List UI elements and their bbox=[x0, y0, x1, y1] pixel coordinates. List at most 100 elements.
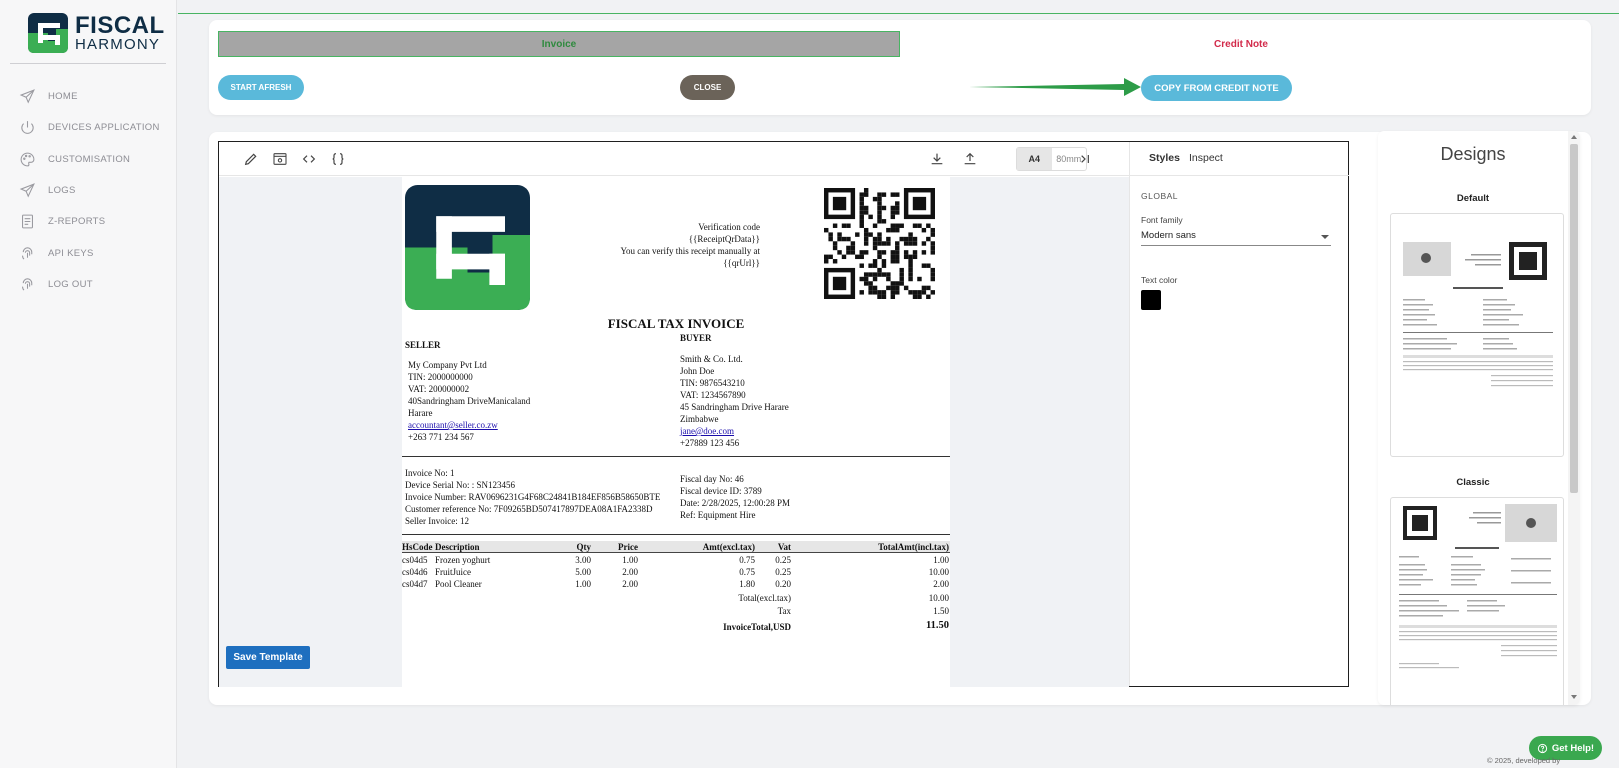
preview-icon[interactable] bbox=[272, 151, 288, 167]
designs-title: Designs bbox=[1440, 144, 1506, 164]
download-icon[interactable] bbox=[929, 151, 945, 167]
cell-vat: 0.20 bbox=[775, 579, 791, 589]
nav-label: CUSTOMISATION bbox=[48, 153, 131, 165]
sidebar-nav: HOME DEVICES APPLICATION CUSTOMISATION L… bbox=[0, 81, 177, 300]
invoice-total-label: InvoiceTotal,USD bbox=[723, 622, 791, 632]
save-template-button[interactable]: Save Template bbox=[226, 646, 310, 669]
buyer-email-link[interactable]: jane@doe.com bbox=[680, 425, 734, 437]
code-icon[interactable] bbox=[301, 151, 317, 167]
invoice-title: FISCAL TAX INVOICE bbox=[607, 316, 745, 331]
col-total-incl: TotalAmt(incl.tax) bbox=[878, 542, 949, 552]
table-top-border bbox=[402, 534, 950, 535]
upload-icon[interactable] bbox=[962, 151, 978, 167]
styles-panel: Styles Inspect GLOBAL Font family Modern… bbox=[1129, 142, 1349, 686]
designs-panel: Designs Default Classic bbox=[1378, 131, 1580, 705]
company-logo-icon bbox=[405, 185, 530, 310]
col-hscode: HsCode bbox=[402, 542, 433, 552]
brand-line2: HARMONY bbox=[75, 36, 161, 53]
brand-line1: FISCAL bbox=[75, 12, 165, 39]
info-left-line: Customer reference No: 7F09265BD50741789… bbox=[405, 504, 653, 514]
chevron-down-icon bbox=[1321, 235, 1329, 239]
copy-from-credit-note-button[interactable]: COPY FROM CREDIT NOTE bbox=[1141, 75, 1292, 101]
col-description: Description bbox=[435, 542, 480, 552]
nav-item-api-keys[interactable]: API KEYS bbox=[0, 237, 177, 268]
invoice-total-value: 11.50 bbox=[925, 620, 949, 631]
cell-description: Frozen yoghurt bbox=[435, 555, 491, 565]
header-accent-line bbox=[178, 13, 1619, 14]
tax-value: 1.50 bbox=[933, 606, 949, 616]
tab-inspect[interactable]: Inspect bbox=[1189, 152, 1223, 164]
seller-line: My Company Pvt Ltd bbox=[408, 360, 487, 370]
designs-scrollbar[interactable] bbox=[1568, 131, 1580, 705]
design-thumbnail-default[interactable] bbox=[1390, 213, 1564, 457]
close-button[interactable]: CLOSE bbox=[680, 75, 735, 100]
col-amt-excl: Amt(excl.tax) bbox=[702, 542, 755, 552]
receipt-page[interactable]: Verification code {{ReceiptQrData}} You … bbox=[402, 177, 950, 687]
braces-icon[interactable] bbox=[330, 151, 346, 167]
global-section-label: GLOBAL bbox=[1141, 191, 1179, 201]
design-thumbnail-classic[interactable] bbox=[1390, 497, 1564, 705]
info-right-line: Ref: Equipment Hire bbox=[680, 510, 756, 520]
scroll-down-icon[interactable] bbox=[1571, 695, 1577, 699]
tab-invoice[interactable]: Invoice bbox=[218, 31, 900, 57]
arrow-right-icon bbox=[969, 78, 1141, 96]
nav-item-log-out[interactable]: LOG OUT bbox=[0, 269, 177, 300]
info-right-line: Fiscal day No: 46 bbox=[680, 474, 744, 484]
buyer-line: Smith & Co. Ltd. bbox=[680, 354, 743, 364]
info-left-line: Device Serial No: : SN123456 bbox=[405, 480, 515, 490]
start-afresh-button[interactable]: START AFRESH bbox=[218, 75, 304, 100]
pencil-icon[interactable] bbox=[243, 151, 259, 167]
nav-item-home[interactable]: HOME bbox=[0, 81, 177, 112]
text-color-swatch[interactable] bbox=[1141, 290, 1161, 310]
font-family-select[interactable]: Modern sans bbox=[1141, 228, 1331, 246]
template-canvas: Verification code {{ReceiptQrData}} You … bbox=[219, 177, 1129, 687]
buyer-line: VAT: 1234567890 bbox=[680, 390, 746, 400]
brand-logo[interactable]: FISCAL HARMONY bbox=[28, 13, 164, 53]
cell-price: 1.00 bbox=[622, 555, 638, 565]
font-family-label: Font family bbox=[1141, 215, 1183, 225]
scrollbar-thumb[interactable] bbox=[1570, 144, 1578, 493]
get-help-label: Get Help! bbox=[1551, 742, 1595, 754]
cell-total: 10.00 bbox=[928, 567, 949, 577]
sidebar: FISCAL HARMONY HOME DEVICES APPLICATION … bbox=[0, 0, 177, 768]
scroll-up-icon[interactable] bbox=[1571, 135, 1577, 139]
collapse-panel-icon[interactable] bbox=[1077, 151, 1093, 167]
template-editor: A4 80mm Verification code {{ReceiptQrDat… bbox=[218, 141, 1349, 687]
seller-line: TIN: 2000000000 bbox=[408, 372, 473, 382]
tab-styles[interactable]: Styles bbox=[1149, 152, 1180, 164]
footer-copyright: © 2025, developed by bbox=[1487, 756, 1561, 765]
col-qty: Qty bbox=[576, 542, 592, 552]
seller-line: VAT: 200000002 bbox=[408, 384, 470, 394]
cell-amt: 0.75 bbox=[739, 555, 755, 565]
design-preview-icon bbox=[1399, 504, 1557, 669]
cell-qty: 3.00 bbox=[575, 555, 591, 565]
seller-phone: +263 771 234 567 bbox=[408, 432, 474, 442]
seller-line: 40Sandringham DriveManicaland bbox=[408, 396, 531, 406]
seller-email-link[interactable]: accountant@seller.co.zw bbox=[408, 419, 498, 431]
document-type-card: Invoice Credit Note START AFRESH CLOSE C… bbox=[209, 20, 1591, 115]
buyer-line: John Doe bbox=[680, 366, 715, 376]
design-preview-icon bbox=[1403, 242, 1553, 387]
tab-credit-note[interactable]: Credit Note bbox=[900, 31, 1582, 57]
nav-item-customisation[interactable]: CUSTOMISATION bbox=[0, 144, 177, 175]
design-label-classic: Classic bbox=[1456, 477, 1490, 488]
info-left-line: Invoice No: 1 bbox=[405, 468, 455, 478]
cell-hscode: cs04d5 bbox=[402, 555, 428, 565]
nav-item-logs[interactable]: LOGS bbox=[0, 175, 177, 206]
verification-note: You can verify this receipt manually at bbox=[620, 246, 760, 256]
size-a4-option[interactable]: A4 bbox=[1017, 148, 1052, 170]
cell-amt: 0.75 bbox=[739, 567, 755, 577]
cell-vat: 0.25 bbox=[775, 555, 791, 565]
nav-label: API KEYS bbox=[48, 247, 94, 259]
seller-line: Harare bbox=[408, 408, 433, 418]
cell-price: 2.00 bbox=[622, 579, 638, 589]
send-icon bbox=[19, 89, 35, 104]
fiscal-harmony-logo-icon bbox=[28, 13, 68, 53]
buyer-line: TIN: 9876543210 bbox=[680, 378, 745, 388]
col-vat: Vat bbox=[777, 542, 791, 552]
fingerprint-icon bbox=[22, 278, 33, 291]
panel-tabs: Styles Inspect bbox=[1130, 142, 1349, 176]
cell-total: 1.00 bbox=[933, 555, 949, 565]
nav-item-z-reports[interactable]: Z-REPORTS bbox=[0, 206, 177, 237]
nav-item-devices-application[interactable]: DEVICES APPLICATION bbox=[0, 112, 177, 143]
